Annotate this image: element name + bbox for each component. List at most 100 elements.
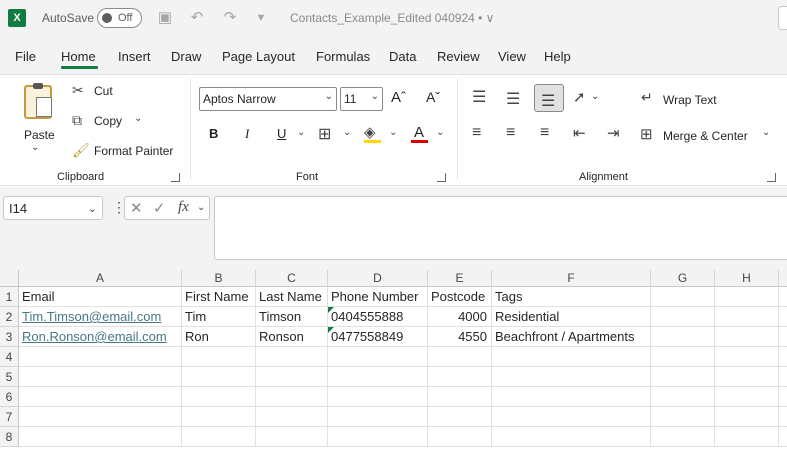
cell-d7[interactable] xyxy=(328,407,428,427)
tab-insert[interactable]: Insert xyxy=(118,49,151,64)
cell-e6[interactable] xyxy=(428,387,492,407)
cell-f6[interactable] xyxy=(492,387,651,407)
cell-c6[interactable] xyxy=(256,387,328,407)
cell-b4[interactable] xyxy=(182,347,256,367)
row-header-5[interactable]: 5 xyxy=(0,367,19,387)
cell-d8[interactable] xyxy=(328,427,428,447)
row-header-7[interactable]: 7 xyxy=(0,407,19,427)
cell-e1[interactable]: Postcode xyxy=(428,287,492,307)
cell-a4[interactable] xyxy=(19,347,182,367)
clipboard-launcher-icon[interactable] xyxy=(171,173,180,182)
bold-button[interactable]: B xyxy=(209,126,218,141)
fill-color-chevron-icon[interactable]: ⌄ xyxy=(389,127,397,138)
increase-indent-icon[interactable]: ⇥ xyxy=(607,124,620,142)
cell-c2[interactable]: Timson xyxy=(256,307,328,327)
cell-i2[interactable] xyxy=(779,307,787,327)
cell-b1[interactable]: First Name xyxy=(182,287,256,307)
cell-h1[interactable] xyxy=(715,287,779,307)
column-header-d[interactable]: D xyxy=(328,270,428,287)
tab-formulas[interactable]: Formulas xyxy=(316,49,370,64)
row-header-4[interactable]: 4 xyxy=(0,347,19,367)
cell-a7[interactable] xyxy=(19,407,182,427)
wrap-text-button[interactable]: Wrap Text xyxy=(663,93,717,107)
cell-b3[interactable]: Ron xyxy=(182,327,256,347)
paste-button[interactable]: Paste xyxy=(24,128,55,142)
cell-h7[interactable] xyxy=(715,407,779,427)
cell-g4[interactable] xyxy=(651,347,715,367)
tab-view[interactable]: View xyxy=(498,49,526,64)
cell-g3[interactable] xyxy=(651,327,715,347)
cell-c3[interactable]: Ronson xyxy=(256,327,328,347)
cell-i5[interactable] xyxy=(779,367,787,387)
fill-color-icon[interactable]: ◈ xyxy=(364,123,376,141)
name-box[interactable]: I14 ⌄ xyxy=(3,196,103,220)
cell-e7[interactable] xyxy=(428,407,492,427)
cell-g1[interactable] xyxy=(651,287,715,307)
cell-d4[interactable] xyxy=(328,347,428,367)
cell-f3[interactable]: Beachfront / Apartments xyxy=(492,327,651,347)
cell-g7[interactable] xyxy=(651,407,715,427)
cell-h5[interactable] xyxy=(715,367,779,387)
cell-c1[interactable]: Last Name xyxy=(256,287,328,307)
cancel-icon[interactable]: ✕ xyxy=(130,199,143,217)
customize-toolbar-icon[interactable]: ▼ xyxy=(251,8,271,28)
cell-d1[interactable]: Phone Number xyxy=(328,287,428,307)
cell-d5[interactable] xyxy=(328,367,428,387)
row-header-1[interactable]: 1 xyxy=(0,287,19,307)
copy-icon[interactable]: ⧉ xyxy=(72,112,82,129)
cell-a3[interactable]: Ron.Ronson@email.com xyxy=(19,327,182,347)
cell-d3[interactable]: 0477558849 xyxy=(328,327,428,347)
tab-help[interactable]: Help xyxy=(544,49,571,64)
cell-b8[interactable] xyxy=(182,427,256,447)
redo-icon[interactable]: ↷ xyxy=(220,8,240,28)
save-icon[interactable]: ▣ xyxy=(155,8,175,28)
cell-c7[interactable] xyxy=(256,407,328,427)
orientation-icon[interactable]: ➚ xyxy=(573,88,586,106)
document-title[interactable]: Contacts_Example_Edited 040924 • ∨ xyxy=(290,11,494,25)
cell-i3[interactable] xyxy=(779,327,787,347)
column-header-c[interactable]: C xyxy=(256,270,328,287)
cell-g8[interactable] xyxy=(651,427,715,447)
cell-a1[interactable]: Email xyxy=(19,287,182,307)
tab-file[interactable]: File xyxy=(15,49,36,64)
cell-e2[interactable]: 4000 xyxy=(428,307,492,327)
fx-chevron-icon[interactable]: ⌄ xyxy=(197,202,205,213)
wrap-text-icon[interactable]: ↵ xyxy=(641,89,653,106)
underline-chevron-icon[interactable]: ⌄ xyxy=(297,127,305,138)
grow-font-button[interactable]: Aˆ xyxy=(391,89,406,106)
font-color-chevron-icon[interactable]: ⌄ xyxy=(436,127,444,138)
cell-f1[interactable]: Tags xyxy=(492,287,651,307)
copy-button[interactable]: Copy xyxy=(94,114,122,128)
row-header-8[interactable]: 8 xyxy=(0,427,19,447)
tab-page-layout[interactable]: Page Layout xyxy=(222,49,295,64)
cell-e5[interactable] xyxy=(428,367,492,387)
cell-e8[interactable] xyxy=(428,427,492,447)
format-painter-icon[interactable]: 🖌 xyxy=(72,142,90,159)
cell-g5[interactable] xyxy=(651,367,715,387)
cell-f2[interactable]: Residential xyxy=(492,307,651,327)
cell-i8[interactable] xyxy=(779,427,787,447)
column-header-f[interactable]: F xyxy=(492,270,651,287)
enter-icon[interactable]: ✓ xyxy=(153,199,166,217)
row-header-6[interactable]: 6 xyxy=(0,387,19,407)
cell-h2[interactable] xyxy=(715,307,779,327)
cell-i6[interactable] xyxy=(779,387,787,407)
tab-home[interactable]: Home xyxy=(61,49,96,64)
cell-b5[interactable] xyxy=(182,367,256,387)
cell-g6[interactable] xyxy=(651,387,715,407)
tab-draw[interactable]: Draw xyxy=(171,49,201,64)
paste-icon[interactable] xyxy=(24,83,52,119)
tab-data[interactable]: Data xyxy=(389,49,416,64)
borders-chevron-icon[interactable]: ⌄ xyxy=(343,127,351,138)
search-box[interactable] xyxy=(778,6,787,30)
cell-i4[interactable] xyxy=(779,347,787,367)
merge-chevron-icon[interactable]: ⌄ xyxy=(762,127,770,138)
orientation-chevron-icon[interactable]: ⌄ xyxy=(591,91,599,102)
decrease-indent-icon[interactable]: ⇤ xyxy=(573,124,586,142)
cell-e4[interactable] xyxy=(428,347,492,367)
alignment-launcher-icon[interactable] xyxy=(767,173,776,182)
italic-button[interactable]: I xyxy=(245,126,249,142)
copy-chevron-icon[interactable]: ⌄ xyxy=(134,113,142,124)
scissors-icon[interactable]: ✂ xyxy=(72,82,84,99)
merge-center-icon[interactable]: ⊞ xyxy=(640,125,653,143)
